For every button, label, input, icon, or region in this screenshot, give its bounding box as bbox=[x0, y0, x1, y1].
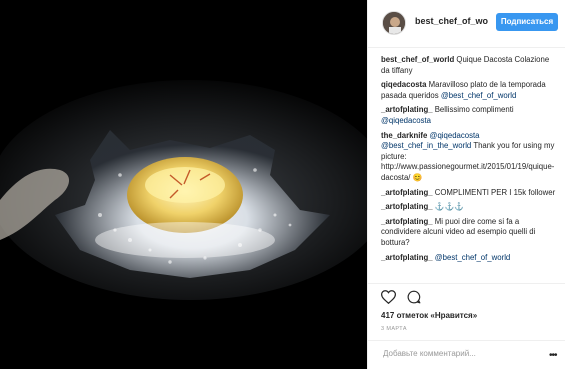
more-options-icon[interactable]: ••• bbox=[549, 350, 557, 361]
comment-mention[interactable]: @best_chef_of_world bbox=[441, 91, 517, 100]
comment-username[interactable]: _artofplating_ bbox=[381, 188, 433, 197]
likes-count[interactable]: 417 отметок «Нравится» bbox=[381, 311, 477, 320]
post-side-panel: best_chef_of_world Подписаться best_chef… bbox=[367, 0, 565, 369]
list-item: _artofplating_ COMPLIMENTI PER I 15k fol… bbox=[368, 188, 565, 199]
instagram-post: best_chef_of_world Подписаться best_chef… bbox=[0, 0, 565, 369]
add-comment-bar: ••• bbox=[368, 340, 565, 369]
comment-mention[interactable]: @qiqedacosta bbox=[381, 116, 431, 125]
heart-icon[interactable] bbox=[380, 290, 397, 309]
comment-username[interactable]: _artofplating_ bbox=[381, 202, 433, 211]
header-username[interactable]: best_chef_of_world bbox=[415, 16, 488, 26]
comment-input[interactable] bbox=[381, 348, 535, 359]
comment-username[interactable]: _artofplating_ bbox=[381, 253, 433, 262]
list-item: qiqedacosta Maravilloso plato de la temp… bbox=[368, 80, 565, 101]
avatar[interactable] bbox=[382, 11, 406, 35]
action-icons bbox=[380, 290, 421, 305]
list-item: _artofplating_ @best_chef_of_world bbox=[368, 253, 565, 264]
post-date: 3 МАРТА bbox=[381, 326, 407, 332]
comment-icon[interactable] bbox=[407, 290, 421, 309]
comment-username[interactable]: _artofplating_ bbox=[381, 217, 433, 226]
list-item: _artofplating_ ⚓⚓⚓ bbox=[368, 202, 565, 213]
list-item: _artofplating_ Bellissimo complimenti @q… bbox=[368, 105, 565, 126]
comment-text: Bellissimo complimenti bbox=[434, 105, 514, 115]
comment-text: ⚓⚓⚓ bbox=[434, 202, 464, 212]
comment-username[interactable]: qiqedacosta bbox=[381, 80, 427, 89]
caption-username[interactable]: best_chef_of_world bbox=[381, 55, 454, 64]
comment-text: COMPLIMENTI PER I 15k follower bbox=[434, 187, 556, 197]
caption: best_chef_of_world Quique Dacosta Colazi… bbox=[368, 55, 565, 76]
avatar-image bbox=[383, 12, 405, 34]
comment-username[interactable]: _artofplating_ bbox=[381, 105, 433, 114]
comment-mention[interactable]: @best_chef_of_world bbox=[435, 253, 511, 262]
post-actions: 417 отметок «Нравится» 3 МАРТА bbox=[368, 283, 565, 332]
comments-list[interactable]: best_chef_of_world Quique Dacosta Colazi… bbox=[368, 50, 565, 282]
dish-image bbox=[0, 0, 367, 369]
post-header: best_chef_of_world Подписаться bbox=[368, 0, 565, 48]
list-item: the_darknife @qiqedacosta @best_chef_in_… bbox=[368, 131, 565, 184]
list-item: _artofplating_ Mi puoi dire come si fa a… bbox=[368, 217, 565, 249]
follow-button[interactable]: Подписаться bbox=[496, 13, 558, 31]
comment-username[interactable]: the_darknife bbox=[381, 131, 427, 140]
post-photo[interactable] bbox=[0, 0, 367, 369]
